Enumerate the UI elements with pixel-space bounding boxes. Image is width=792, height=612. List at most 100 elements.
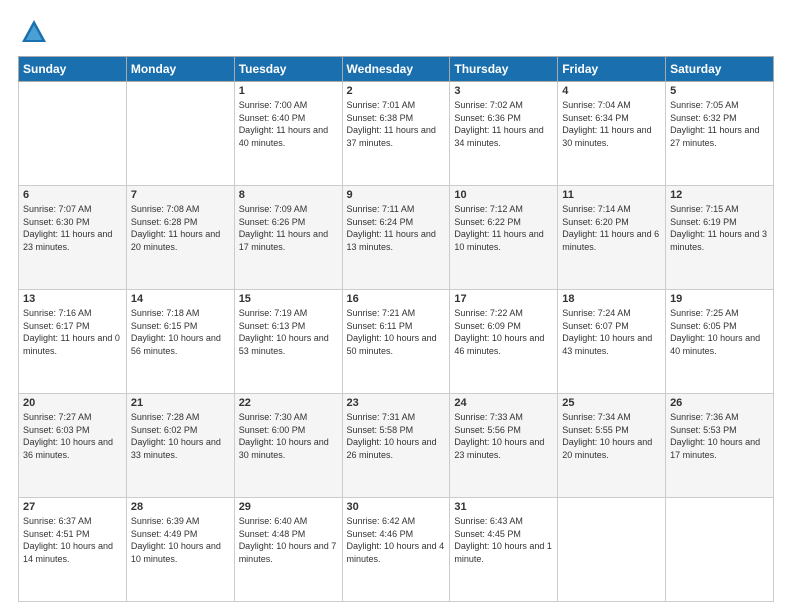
day-number: 9: [347, 189, 446, 201]
day-number: 27: [23, 501, 122, 513]
day-number: 4: [562, 85, 661, 97]
day-number: 31: [454, 501, 553, 513]
day-info: Sunrise: 7:33 AM Sunset: 5:56 PM Dayligh…: [454, 411, 553, 461]
weekday-header: Tuesday: [234, 57, 342, 82]
calendar-cell: 12 Sunrise: 7:15 AM Sunset: 6:19 PM Dayli…: [666, 186, 774, 290]
day-info: Sunrise: 6:39 AM Sunset: 4:49 PM Dayligh…: [131, 515, 230, 565]
day-info: Sunrise: 7:24 AM Sunset: 6:07 PM Dayligh…: [562, 307, 661, 357]
day-number: 20: [23, 397, 122, 409]
calendar-cell: 14 Sunrise: 7:18 AM Sunset: 6:15 PM Dayli…: [126, 290, 234, 394]
day-info: Sunrise: 7:11 AM Sunset: 6:24 PM Dayligh…: [347, 203, 446, 253]
day-info: Sunrise: 7:00 AM Sunset: 6:40 PM Dayligh…: [239, 99, 338, 149]
calendar-cell: 16 Sunrise: 7:21 AM Sunset: 6:11 PM Dayli…: [342, 290, 450, 394]
calendar-week-row: 1 Sunrise: 7:00 AM Sunset: 6:40 PM Daylig…: [19, 82, 774, 186]
day-number: 5: [670, 85, 769, 97]
day-info: Sunrise: 7:07 AM Sunset: 6:30 PM Dayligh…: [23, 203, 122, 253]
weekday-header: Saturday: [666, 57, 774, 82]
day-number: 17: [454, 293, 553, 305]
day-number: 13: [23, 293, 122, 305]
weekday-header: Sunday: [19, 57, 127, 82]
calendar-cell: 31 Sunrise: 6:43 AM Sunset: 4:45 PM Dayli…: [450, 498, 558, 602]
calendar-cell: [558, 498, 666, 602]
calendar-cell: 25 Sunrise: 7:34 AM Sunset: 5:55 PM Dayli…: [558, 394, 666, 498]
calendar-cell: 18 Sunrise: 7:24 AM Sunset: 6:07 PM Dayli…: [558, 290, 666, 394]
calendar-cell: 28 Sunrise: 6:39 AM Sunset: 4:49 PM Dayli…: [126, 498, 234, 602]
calendar-cell: [126, 82, 234, 186]
day-number: 28: [131, 501, 230, 513]
day-number: 26: [670, 397, 769, 409]
calendar-cell: 23Sunrise: 7:31 AM Sunset: 5:58 PM Dayli…: [342, 394, 450, 498]
calendar-cell: 20 Sunrise: 7:27 AM Sunset: 6:03 PM Dayli…: [19, 394, 127, 498]
day-number: 14: [131, 293, 230, 305]
calendar-cell: [19, 82, 127, 186]
calendar-cell: 3 Sunrise: 7:02 AM Sunset: 6:36 PM Daylig…: [450, 82, 558, 186]
calendar-cell: 21 Sunrise: 7:28 AM Sunset: 6:02 PM Dayli…: [126, 394, 234, 498]
day-info: Sunrise: 7:12 AM Sunset: 6:22 PM Dayligh…: [454, 203, 553, 253]
day-number: 18: [562, 293, 661, 305]
day-info: Sunrise: 7:21 AM Sunset: 6:11 PM Dayligh…: [347, 307, 446, 357]
day-number: 12: [670, 189, 769, 201]
calendar-cell: 1 Sunrise: 7:00 AM Sunset: 6:40 PM Daylig…: [234, 82, 342, 186]
day-info: Sunrise: 7:02 AM Sunset: 6:36 PM Dayligh…: [454, 99, 553, 149]
calendar-cell: 5Sunrise: 7:05 AM Sunset: 6:32 PM Daylig…: [666, 82, 774, 186]
day-info: Sunrise: 7:15 AM Sunset: 6:19 PM Dayligh…: [670, 203, 769, 253]
day-number: 22: [239, 397, 338, 409]
day-number: 24: [454, 397, 553, 409]
calendar-cell: 4 Sunrise: 7:04 AM Sunset: 6:34 PM Daylig…: [558, 82, 666, 186]
day-number: 21: [131, 397, 230, 409]
calendar-cell: 7Sunrise: 7:08 AM Sunset: 6:28 PM Daylig…: [126, 186, 234, 290]
calendar-cell: 15Sunrise: 7:19 AM Sunset: 6:13 PM Dayli…: [234, 290, 342, 394]
calendar-cell: 27 Sunrise: 6:37 AM Sunset: 4:51 PM Dayli…: [19, 498, 127, 602]
day-number: 8: [239, 189, 338, 201]
day-info: Sunrise: 7:08 AM Sunset: 6:28 PM Dayligh…: [131, 203, 230, 253]
day-info: Sunrise: 7:14 AM Sunset: 6:20 PM Dayligh…: [562, 203, 661, 253]
day-info: Sunrise: 6:43 AM Sunset: 4:45 PM Dayligh…: [454, 515, 553, 565]
calendar-cell: 26 Sunrise: 7:36 AM Sunset: 5:53 PM Dayli…: [666, 394, 774, 498]
day-info: Sunrise: 6:40 AM Sunset: 4:48 PM Dayligh…: [239, 515, 338, 565]
day-info: Sunrise: 6:42 AM Sunset: 4:46 PM Dayligh…: [347, 515, 446, 565]
day-number: 29: [239, 501, 338, 513]
calendar-cell: 19Sunrise: 7:25 AM Sunset: 6:05 PM Dayli…: [666, 290, 774, 394]
logo: [18, 18, 48, 46]
day-info: Sunrise: 7:01 AM Sunset: 6:38 PM Dayligh…: [347, 99, 446, 149]
day-info: Sunrise: 7:28 AM Sunset: 6:02 PM Dayligh…: [131, 411, 230, 461]
weekday-header: Friday: [558, 57, 666, 82]
calendar-cell: 13 Sunrise: 7:16 AM Sunset: 6:17 PM Dayli…: [19, 290, 127, 394]
day-number: 2: [347, 85, 446, 97]
header: [18, 18, 774, 46]
weekday-header: Wednesday: [342, 57, 450, 82]
day-info: Sunrise: 7:36 AM Sunset: 5:53 PM Dayligh…: [670, 411, 769, 461]
weekday-header: Monday: [126, 57, 234, 82]
day-number: 16: [347, 293, 446, 305]
day-info: Sunrise: 6:37 AM Sunset: 4:51 PM Dayligh…: [23, 515, 122, 565]
day-info: Sunrise: 7:31 AM Sunset: 5:58 PM Dayligh…: [347, 411, 446, 461]
calendar-cell: 29 Sunrise: 6:40 AM Sunset: 4:48 PM Dayli…: [234, 498, 342, 602]
day-info: Sunrise: 7:34 AM Sunset: 5:55 PM Dayligh…: [562, 411, 661, 461]
calendar-week-row: 13 Sunrise: 7:16 AM Sunset: 6:17 PM Dayli…: [19, 290, 774, 394]
day-info: Sunrise: 7:30 AM Sunset: 6:00 PM Dayligh…: [239, 411, 338, 461]
day-info: Sunrise: 7:16 AM Sunset: 6:17 PM Dayligh…: [23, 307, 122, 357]
day-info: Sunrise: 7:18 AM Sunset: 6:15 PM Dayligh…: [131, 307, 230, 357]
day-number: 6: [23, 189, 122, 201]
day-info: Sunrise: 7:04 AM Sunset: 6:34 PM Dayligh…: [562, 99, 661, 149]
day-info: Sunrise: 7:27 AM Sunset: 6:03 PM Dayligh…: [23, 411, 122, 461]
day-number: 25: [562, 397, 661, 409]
day-number: 3: [454, 85, 553, 97]
weekday-header: Thursday: [450, 57, 558, 82]
calendar-cell: 11 Sunrise: 7:14 AM Sunset: 6:20 PM Dayli…: [558, 186, 666, 290]
calendar-cell: 10 Sunrise: 7:12 AM Sunset: 6:22 PM Dayli…: [450, 186, 558, 290]
day-number: 10: [454, 189, 553, 201]
calendar-cell: 24 Sunrise: 7:33 AM Sunset: 5:56 PM Dayli…: [450, 394, 558, 498]
calendar-week-row: 27 Sunrise: 6:37 AM Sunset: 4:51 PM Dayli…: [19, 498, 774, 602]
day-info: Sunrise: 7:19 AM Sunset: 6:13 PM Dayligh…: [239, 307, 338, 357]
calendar-cell: [666, 498, 774, 602]
day-number: 11: [562, 189, 661, 201]
calendar-cell: 2 Sunrise: 7:01 AM Sunset: 6:38 PM Daylig…: [342, 82, 450, 186]
calendar-header-row: SundayMondayTuesdayWednesdayThursdayFrid…: [19, 57, 774, 82]
calendar-week-row: 6 Sunrise: 7:07 AM Sunset: 6:30 PM Daylig…: [19, 186, 774, 290]
calendar-cell: 22 Sunrise: 7:30 AM Sunset: 6:00 PM Dayli…: [234, 394, 342, 498]
day-number: 19: [670, 293, 769, 305]
day-number: 1: [239, 85, 338, 97]
calendar-week-row: 20 Sunrise: 7:27 AM Sunset: 6:03 PM Dayli…: [19, 394, 774, 498]
logo-icon: [20, 18, 48, 46]
